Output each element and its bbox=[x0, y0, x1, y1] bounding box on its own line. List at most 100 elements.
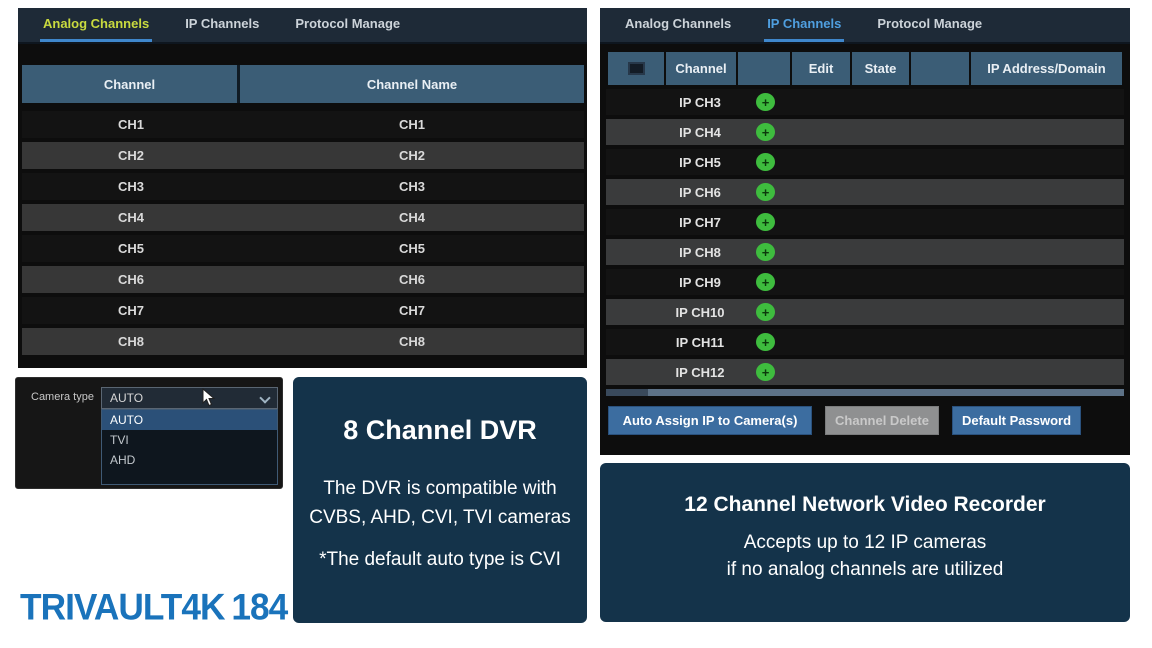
nvr-info-line2: if no analog channels are utilized bbox=[600, 557, 1130, 584]
dvr-info-line1: The DVR is compatible with bbox=[293, 474, 587, 503]
channel-name-cell: CH4 bbox=[240, 210, 584, 225]
camera-type-selected-value: AUTO bbox=[110, 391, 143, 405]
channel-name-cell: CH1 bbox=[240, 117, 584, 132]
add-camera-icon[interactable]: + bbox=[756, 333, 775, 351]
channel-cell: CH2 bbox=[22, 148, 240, 163]
table-row[interactable]: CH8CH8 bbox=[22, 328, 584, 355]
logo-suffix-text: 184 bbox=[231, 585, 287, 628]
add-camera-icon[interactable]: + bbox=[756, 273, 775, 291]
horizontal-scrollbar[interactable] bbox=[606, 389, 1124, 396]
mouse-cursor bbox=[202, 388, 215, 407]
logo-main-text: TRIVAULT4K bbox=[20, 585, 224, 628]
default-password-button[interactable]: Default Password bbox=[952, 406, 1081, 435]
table-row[interactable]: CH4CH4 bbox=[22, 204, 584, 231]
select-all-checkbox[interactable] bbox=[628, 62, 645, 75]
channel-cell: CH7 bbox=[22, 303, 240, 318]
table-row[interactable]: IP CH8+ bbox=[606, 239, 1124, 265]
channel-cell: CH1 bbox=[22, 117, 240, 132]
table-row[interactable]: CH1CH1 bbox=[22, 111, 584, 138]
channel-cell: CH5 bbox=[22, 241, 240, 256]
camera-type-select[interactable]: AUTO bbox=[101, 387, 278, 409]
dvr-info-box: 8 Channel DVR The DVR is compatible with… bbox=[293, 377, 587, 623]
ip-channel-label: IP CH10 bbox=[662, 305, 738, 320]
channel-cell: CH8 bbox=[22, 334, 240, 349]
ip-panel-buttons: Auto Assign IP to Camera(s) Channel Dele… bbox=[608, 406, 1122, 435]
ip-channel-label: IP CH9 bbox=[662, 275, 738, 290]
add-camera-icon[interactable]: + bbox=[756, 183, 775, 201]
add-camera-icon[interactable]: + bbox=[756, 243, 775, 261]
camera-type-panel: Camera type AUTO AUTO TVI AHD bbox=[15, 377, 283, 489]
column-header-add bbox=[738, 52, 790, 85]
dvr-info-title: 8 Channel DVR bbox=[293, 415, 587, 446]
nvr-info-title: 12 Channel Network Video Recorder bbox=[600, 493, 1130, 517]
ip-channel-label: IP CH12 bbox=[662, 365, 738, 380]
dropdown-option-auto[interactable]: AUTO bbox=[102, 410, 277, 430]
channel-name-cell: CH7 bbox=[240, 303, 584, 318]
table-row[interactable]: CH3CH3 bbox=[22, 173, 584, 200]
auto-assign-ip-button[interactable]: Auto Assign IP to Camera(s) bbox=[608, 406, 812, 435]
channel-cell: CH3 bbox=[22, 179, 240, 194]
select-all-cell bbox=[608, 52, 664, 85]
table-row[interactable]: IP CH3 + bbox=[606, 89, 1124, 115]
column-header-channel: Channel bbox=[22, 65, 237, 103]
tab-analog-channels[interactable]: Analog Channels bbox=[40, 8, 152, 42]
table-row[interactable]: CH6CH6 bbox=[22, 266, 584, 293]
add-camera-icon[interactable]: + bbox=[756, 93, 775, 111]
tab-ip-channels[interactable]: IP Channels bbox=[182, 8, 262, 42]
table-row[interactable]: CH7CH7 bbox=[22, 297, 584, 324]
analog-channels-panel: Analog Channels IP Channels Protocol Man… bbox=[18, 8, 587, 368]
add-camera-icon[interactable]: + bbox=[756, 153, 775, 171]
tab-protocol-manage[interactable]: Protocol Manage bbox=[874, 8, 985, 42]
nvr-info-line1: Accepts up to 12 IP cameras bbox=[600, 530, 1130, 557]
ip-channel-label: IP CH7 bbox=[662, 215, 738, 230]
nvr-info-body: Accepts up to 12 IP cameras if no analog… bbox=[600, 530, 1130, 583]
table-row[interactable]: IP CH10 + bbox=[606, 299, 1124, 325]
table-row[interactable]: IP CH4 + bbox=[606, 119, 1124, 145]
column-header-ip-address: IP Address/Domain bbox=[971, 52, 1122, 85]
tab-ip-channels[interactable]: IP Channels bbox=[764, 8, 844, 42]
analog-table-header: Channel Channel Name bbox=[22, 65, 584, 103]
table-row[interactable]: IP CH9 + bbox=[606, 269, 1124, 295]
ip-channel-label: IP CH11 bbox=[662, 335, 738, 350]
ip-channel-label: IP CH6 bbox=[662, 185, 738, 200]
dropdown-option-ahd[interactable]: AHD bbox=[102, 450, 277, 470]
chevron-down-icon bbox=[261, 394, 269, 402]
channel-name-cell: CH5 bbox=[240, 241, 584, 256]
table-row[interactable]: IP CH5 + bbox=[606, 149, 1124, 175]
channel-cell: CH4 bbox=[22, 210, 240, 225]
column-header-blank bbox=[911, 52, 969, 85]
channel-delete-button[interactable]: Channel Delete bbox=[825, 406, 939, 435]
dvr-info-body: The DVR is compatible with CVBS, AHD, CV… bbox=[293, 474, 587, 533]
ip-table-header: Channel Edit State IP Address/Domain bbox=[608, 52, 1122, 85]
channel-name-cell: CH2 bbox=[240, 148, 584, 163]
channel-name-cell: CH6 bbox=[240, 272, 584, 287]
table-row[interactable]: IP CH7 + bbox=[606, 209, 1124, 235]
scrollbar-thumb[interactable] bbox=[606, 389, 648, 396]
channel-name-cell: CH3 bbox=[240, 179, 584, 194]
table-row[interactable]: CH2CH2 bbox=[22, 142, 584, 169]
analog-table-rows: CH1CH1 CH2CH2 CH3CH3 CH4CH4 CH5CH5 CH6CH… bbox=[22, 111, 584, 355]
column-header-channel: Channel bbox=[666, 52, 736, 85]
dvr-info-footnote: *The default auto type is CVI bbox=[293, 549, 587, 571]
add-camera-icon[interactable]: + bbox=[756, 213, 775, 231]
ip-channel-label: IP CH5 bbox=[662, 155, 738, 170]
table-row[interactable]: IP CH6 + bbox=[606, 179, 1124, 205]
add-camera-icon[interactable]: + bbox=[756, 303, 775, 321]
add-camera-icon[interactable]: + bbox=[756, 363, 775, 381]
add-camera-icon[interactable]: + bbox=[756, 123, 775, 141]
column-header-channel-name: Channel Name bbox=[240, 65, 584, 103]
ip-channel-label: IP CH4 bbox=[662, 125, 738, 140]
camera-type-dropdown-list: AUTO TVI AHD bbox=[101, 409, 278, 485]
table-row[interactable]: IP CH11 + bbox=[606, 329, 1124, 355]
tab-analog-channels[interactable]: Analog Channels bbox=[622, 8, 734, 42]
column-header-state: State bbox=[852, 52, 909, 85]
tab-protocol-manage[interactable]: Protocol Manage bbox=[292, 8, 403, 42]
dropdown-option-tvi[interactable]: TVI bbox=[102, 430, 277, 450]
ip-table-rows: IP CH3+ IP CH4+ IP CH5+ IP CH6+ IP CH7+ … bbox=[606, 89, 1124, 385]
right-tab-bar: Analog Channels IP Channels Protocol Man… bbox=[600, 8, 1130, 44]
table-row[interactable]: IP CH12 + bbox=[606, 359, 1124, 385]
column-header-edit: Edit bbox=[792, 52, 850, 85]
table-row[interactable]: CH5CH5 bbox=[22, 235, 584, 262]
ip-channel-label: IP CH3 bbox=[662, 95, 738, 110]
channel-name-cell: CH8 bbox=[240, 334, 584, 349]
